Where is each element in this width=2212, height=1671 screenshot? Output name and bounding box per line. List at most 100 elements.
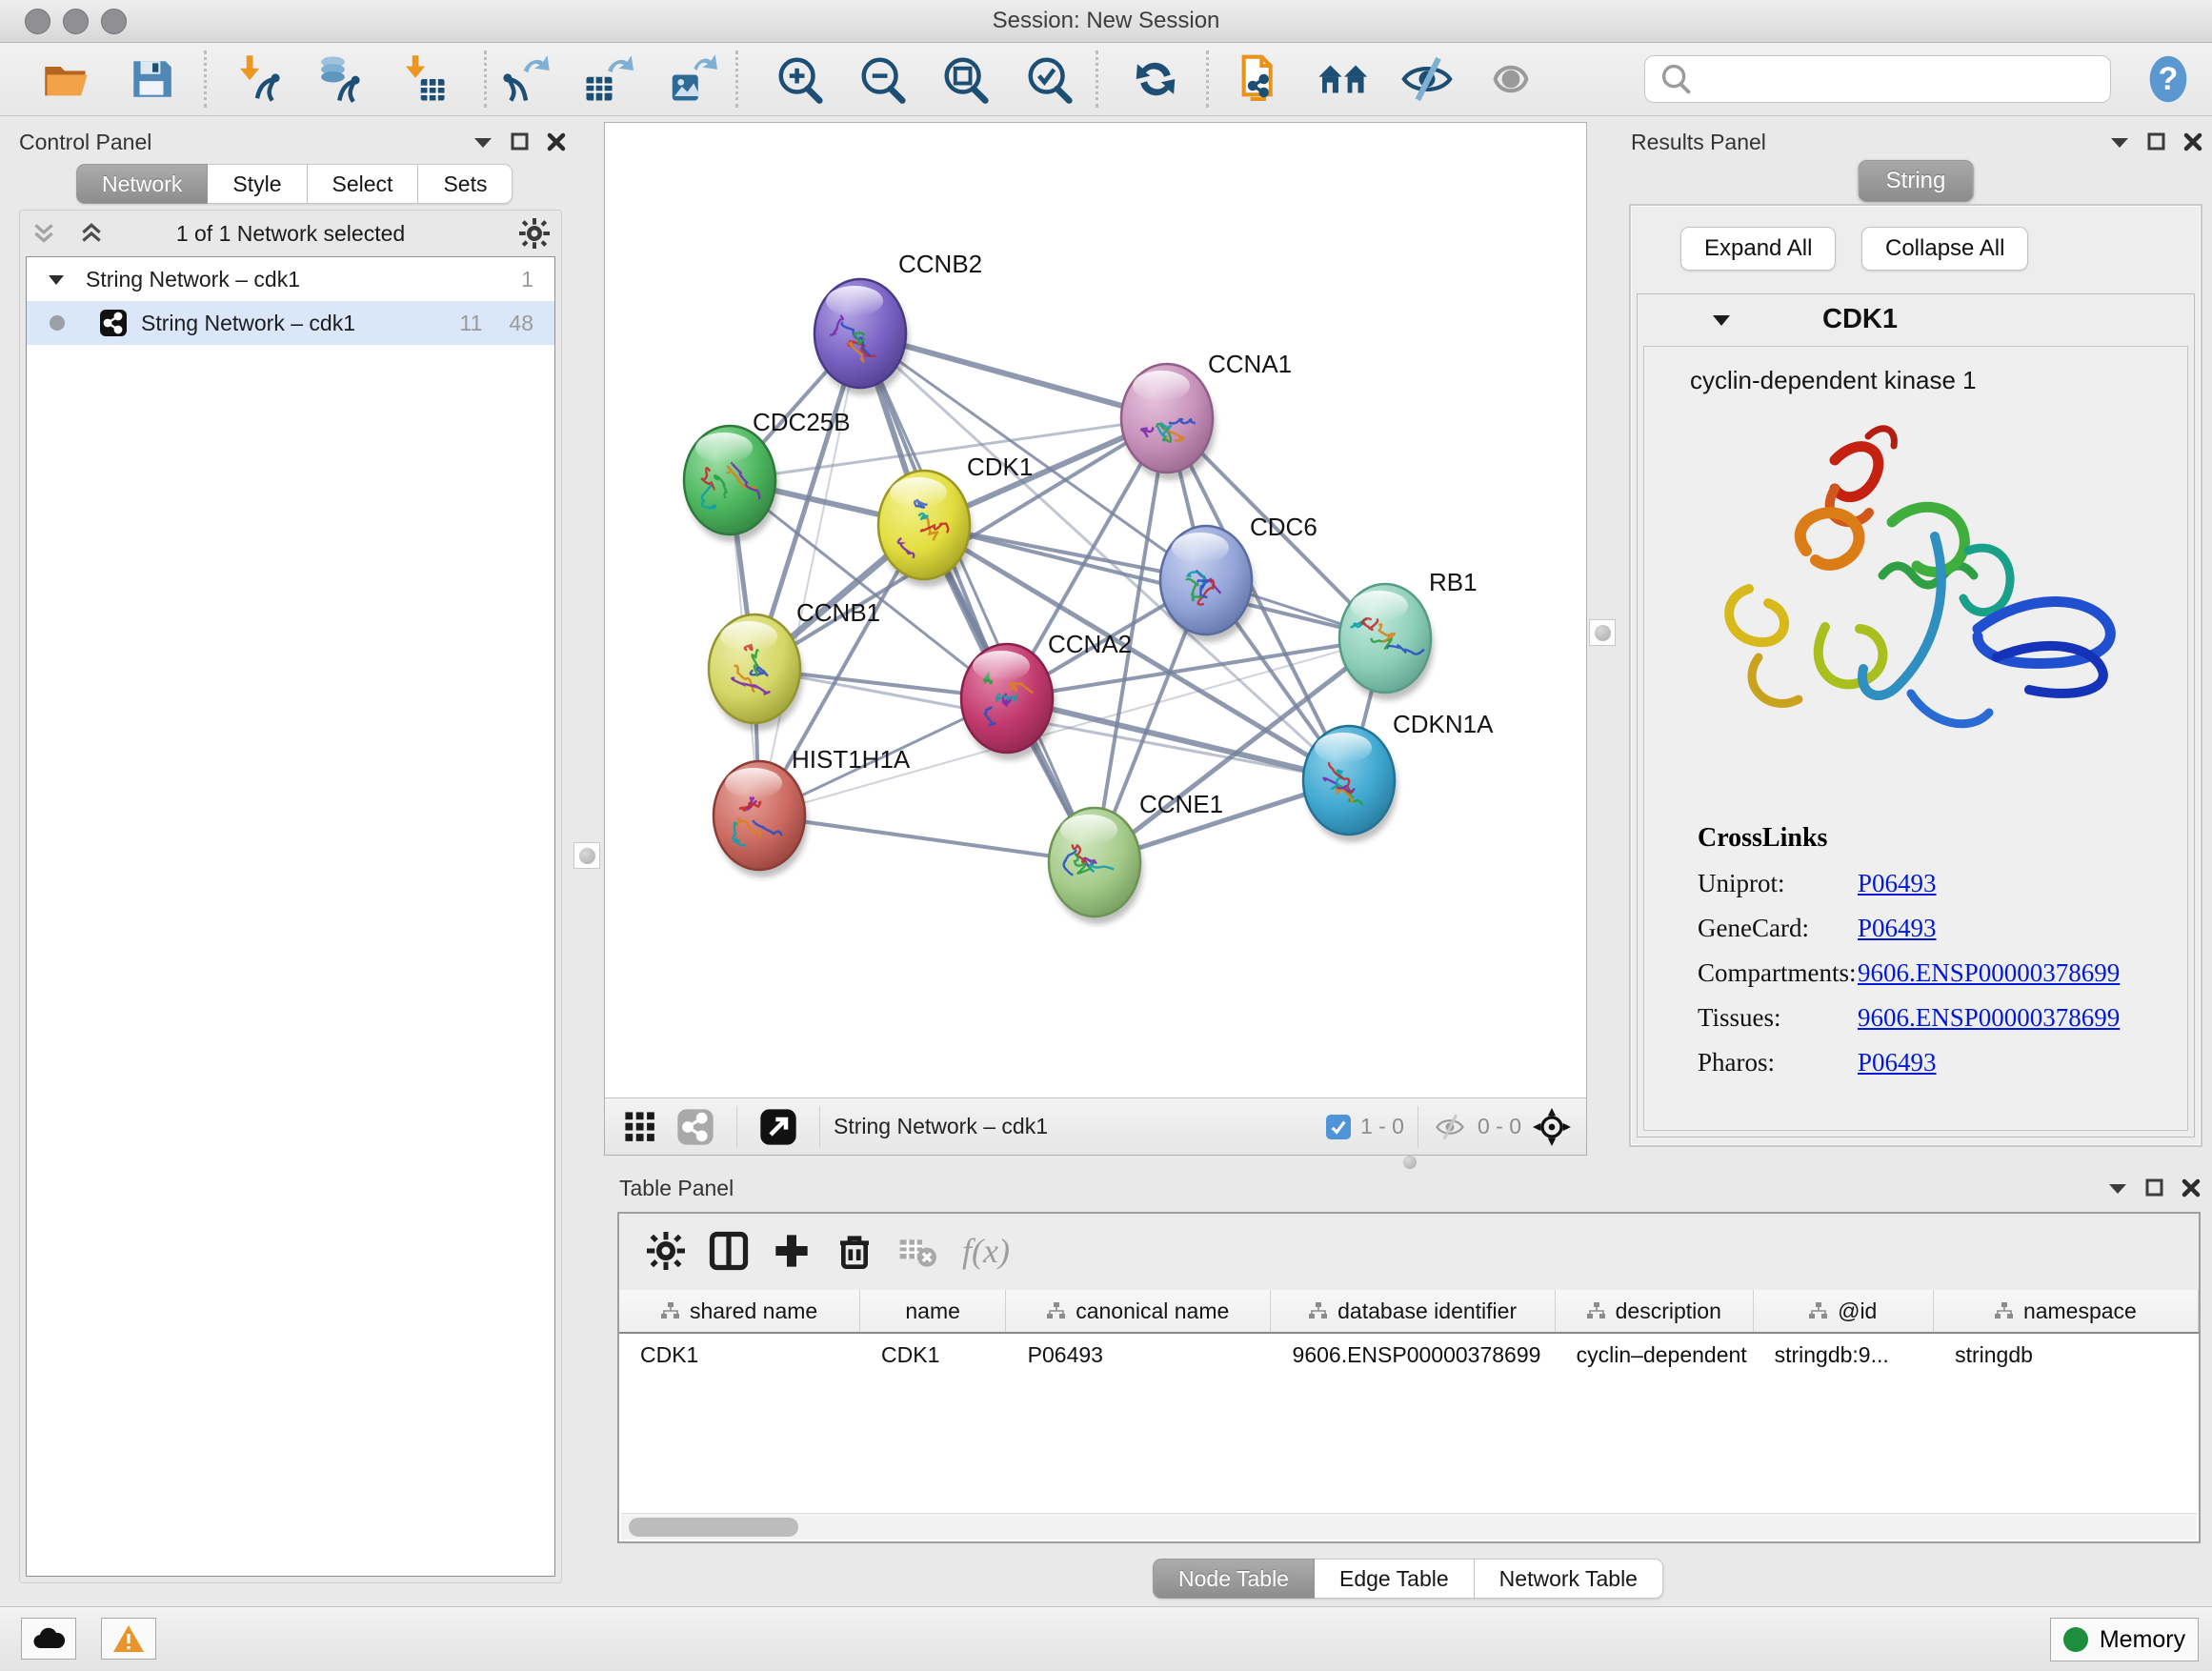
tab-sets[interactable]: Sets: [418, 164, 513, 204]
panel-float-icon[interactable]: [2145, 1178, 2164, 1198]
node-CCNA2[interactable]: CCNA2: [961, 630, 1132, 760]
birds-eye-view-button[interactable]: [668, 1102, 723, 1152]
panel-menu-icon[interactable]: [2107, 1180, 2128, 1196]
show-columns-button[interactable]: [697, 1219, 760, 1282]
results-panel: Results Panel String Expand All Collapse…: [1619, 122, 2212, 1170]
node-CDKN1A[interactable]: CDKN1A: [1303, 710, 1494, 842]
network-tree: String Network – cdk1 1 String Network –…: [26, 256, 555, 1577]
copy-network-button[interactable]: [1229, 49, 1290, 110]
node-CDC25B[interactable]: CDC25B: [684, 408, 851, 542]
column-header-shared-name[interactable]: shared name: [619, 1290, 860, 1332]
help-button[interactable]: ?: [2138, 49, 2199, 110]
table-header-row: shared name name canonical namedatabase id…: [619, 1290, 2199, 1334]
export-image-button[interactable]: [661, 49, 722, 110]
zoom-fit-icon: [940, 53, 992, 105]
expander-icon[interactable]: [48, 272, 65, 286]
tab-node-table[interactable]: Node Table: [1153, 1559, 1315, 1599]
search-input[interactable]: [1699, 60, 2110, 98]
column-header-database-identifier[interactable]: database identifier: [1271, 1290, 1556, 1332]
network-row[interactable]: String Network – cdk1 11 48: [27, 301, 554, 345]
refresh-button[interactable]: [1125, 49, 1186, 110]
zoom-in-button[interactable]: [770, 49, 831, 110]
cloud-status-button[interactable]: [21, 1618, 76, 1660]
open-session-button[interactable]: [36, 49, 97, 110]
zoom-out-button[interactable]: [853, 49, 914, 110]
node-CCNE1[interactable]: CCNE1: [1049, 790, 1223, 924]
horizontal-scrollbar[interactable]: [621, 1513, 2197, 1540]
gene-section-header[interactable]: CDK1: [1638, 294, 2194, 344]
node-CCNB2[interactable]: CCNB2: [814, 250, 982, 395]
grid-view-button[interactable]: [613, 1102, 668, 1152]
crosslink-link[interactable]: P06493: [1858, 914, 1937, 942]
crosslink-row: Pharos:P06493: [1698, 1048, 2120, 1077]
crosslink-link[interactable]: 9606.ENSP00000378699: [1858, 958, 2120, 987]
network-collection-row[interactable]: String Network – cdk1 1: [27, 257, 554, 301]
column-header-description[interactable]: description: [1556, 1290, 1754, 1332]
column-header-label: name: [905, 1299, 960, 1324]
table-options-button[interactable]: [634, 1219, 697, 1282]
import-network-file-button[interactable]: [227, 49, 288, 110]
node-CDC6[interactable]: CDC6: [1160, 513, 1317, 642]
node-HIST1H1A[interactable]: HIST1H1A: [714, 745, 911, 877]
fit-selected-button[interactable]: [1521, 1102, 1582, 1152]
export-table-button[interactable]: [577, 49, 638, 110]
memory-button[interactable]: Memory: [2050, 1618, 2199, 1661]
splitter-dot: [579, 848, 595, 864]
panel-close-icon[interactable]: [2182, 1178, 2201, 1198]
delete-table-button[interactable]: [886, 1219, 949, 1282]
tab-network-table[interactable]: Network Table: [1475, 1559, 1663, 1599]
edge-HIST1H1A-CCNE1[interactable]: [759, 815, 1095, 862]
collapse-icon[interactable]: [1712, 312, 1731, 327]
column-header-canonical-name[interactable]: canonical name: [1006, 1290, 1271, 1332]
add-column-button[interactable]: [760, 1219, 823, 1282]
save-session-button[interactable]: [121, 49, 182, 110]
warnings-button[interactable]: [101, 1618, 156, 1660]
tab-select[interactable]: Select: [308, 164, 419, 204]
first-neighbors-button[interactable]: [1314, 49, 1375, 110]
left-splitter-handle[interactable]: [573, 842, 600, 869]
panel-float-icon[interactable]: [511, 132, 530, 151]
hide-selected-button[interactable]: [1397, 49, 1458, 110]
delete-column-button[interactable]: [823, 1219, 886, 1282]
panel-menu-icon[interactable]: [473, 134, 493, 150]
node-RB1[interactable]: RB1: [1339, 568, 1478, 700]
crosslink-link[interactable]: P06493: [1858, 869, 1937, 897]
table-row[interactable]: CDK1CDK1P064939606.ENSP00000378699cyclin…: [619, 1334, 2199, 1376]
expand-all-button[interactable]: Expand All: [1680, 227, 1836, 271]
node-CCNB1[interactable]: CCNB1: [709, 598, 880, 731]
detach-view-button[interactable]: [751, 1102, 806, 1152]
tab-network[interactable]: Network: [76, 164, 208, 204]
column-header-namespace[interactable]: namespace: [1934, 1290, 2199, 1332]
panel-close-icon[interactable]: [547, 132, 566, 151]
node-label-CCNB1: CCNB1: [796, 598, 880, 627]
hidden-eye-icon[interactable]: [1432, 1113, 1468, 1141]
import-network-database-button[interactable]: [307, 49, 368, 110]
show-all-button[interactable]: [1480, 49, 1541, 110]
crosslink-link[interactable]: 9606.ENSP00000378699: [1858, 1003, 2120, 1032]
zoom-selected-button[interactable]: [1019, 49, 1080, 110]
selected-nodes-checkbox[interactable]: [1326, 1115, 1351, 1139]
right-splitter-handle[interactable]: [1589, 619, 1616, 646]
zoom-fit-button[interactable]: [935, 49, 996, 110]
panel-close-icon[interactable]: [2183, 132, 2202, 151]
network-options-button[interactable]: [508, 212, 561, 254]
panel-float-icon[interactable]: [2147, 132, 2166, 151]
import-table-file-button[interactable]: [392, 49, 453, 110]
search-icon: [1655, 57, 1699, 101]
tab-edge-table[interactable]: Edge Table: [1315, 1559, 1475, 1599]
export-network-button[interactable]: [495, 49, 556, 110]
tab-string[interactable]: String: [1859, 160, 1974, 202]
panel-menu-icon[interactable]: [2109, 134, 2130, 150]
edge-CCNB2-HIST1H1A[interactable]: [759, 333, 860, 815]
column-header-at-id[interactable]: @id: [1754, 1290, 1934, 1332]
scrollbar-thumb[interactable]: [629, 1518, 798, 1537]
network-canvas[interactable]: CCNB2CCNA1CDC25BCDK1CDC6RB1CCNB1CCNA2CDK…: [605, 123, 1586, 1098]
crosslink-link[interactable]: P06493: [1858, 1048, 1937, 1077]
column-header-name[interactable]: name: [860, 1290, 1006, 1332]
collapse-all-button[interactable]: Collapse All: [1861, 227, 2028, 271]
edge-CCNB2-CCNE1[interactable]: [860, 333, 1095, 862]
node-CDK1[interactable]: CDK1: [878, 453, 1033, 587]
tab-style[interactable]: Style: [208, 164, 307, 204]
toolbar-separator: [204, 50, 207, 108]
function-builder-button[interactable]: f(x): [962, 1231, 1010, 1271]
